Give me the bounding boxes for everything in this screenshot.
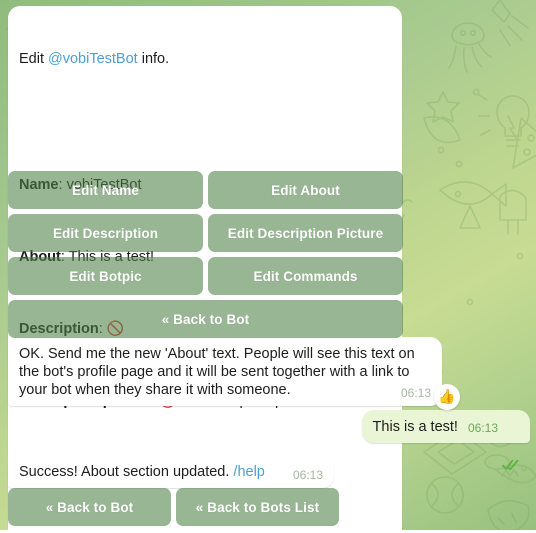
button-edit-commands[interactable]: Edit Commands <box>208 257 403 295</box>
intro-suffix: info. <box>137 51 170 67</box>
spacer-line <box>19 104 391 122</box>
button-edit-description-picture[interactable]: Edit Description Picture <box>208 214 403 252</box>
message-meta: 06:13 <box>467 419 519 471</box>
double-check-icon <box>502 422 519 471</box>
reaction-badge-thumbs-up[interactable]: 👍 <box>434 384 460 410</box>
message-bubble-success[interactable]: Success! About section updated. /help 06:… <box>8 455 334 488</box>
message-row-about-prompt: OK. Send me the new 'About' text. People… <box>8 337 460 410</box>
button-back-to-bot[interactable]: « Back to Bot <box>8 300 403 338</box>
button-edit-description[interactable]: Edit Description <box>8 214 203 252</box>
message-bubble-user-reply[interactable]: This is a test! 06:13 <box>361 410 530 471</box>
chat-screen: Edit @vobiTestBot info. Name: vobiTestBo… <box>0 0 536 533</box>
message-row-user-reply: This is a test! 06:13 <box>361 410 530 471</box>
message-row-success: Success! About section updated. /help 06:… <box>8 455 334 488</box>
message-meta: 06:13 <box>293 466 323 484</box>
bot-username-link[interactable]: @vobiTestBot <box>48 51 138 67</box>
user-reply-body: This is a test! 06:13 <box>372 418 519 471</box>
inline-keyboard-success: « Back to Bot « Back to Bots List <box>8 488 339 526</box>
intro-prefix: Edit <box>19 51 49 67</box>
success-prefix: Success! About section updated. <box>19 464 234 480</box>
button-back-to-bot[interactable]: « Back to Bot <box>8 488 171 526</box>
help-command-link[interactable]: /help <box>233 464 264 480</box>
message-timestamp: 06:13 <box>400 386 431 400</box>
about-prompt-body: OK. Send me the new 'About' text. People… <box>19 345 431 402</box>
message-timestamp: 06:13 <box>467 421 498 435</box>
button-edit-botpic[interactable]: Edit Botpic <box>8 257 203 295</box>
button-edit-about[interactable]: Edit About <box>208 171 403 209</box>
success-body: Success! About section updated. /help 06:… <box>19 463 323 484</box>
message-bubble-about-prompt[interactable]: OK. Send me the new 'About' text. People… <box>8 337 460 410</box>
button-back-to-bots-list[interactable]: « Back to Bots List <box>176 488 339 526</box>
bot-info-intro-line: Edit @vobiTestBot info. <box>19 50 391 68</box>
message-meta: 06:13 <box>401 384 431 402</box>
button-edit-name[interactable]: Edit Name <box>8 171 203 209</box>
about-prompt-text: OK. Send me the new 'About' text. People… <box>19 346 419 398</box>
message-list: Edit @vobiTestBot info. Name: vobiTestBo… <box>0 0 536 533</box>
thumbs-up-icon: 👍 <box>438 389 456 405</box>
user-reply-text: This is a test! <box>372 419 458 435</box>
message-timestamp: 06:13 <box>292 468 323 482</box>
inline-keyboard-bot-info: Edit Name Edit About Edit Description Ed… <box>8 171 403 338</box>
